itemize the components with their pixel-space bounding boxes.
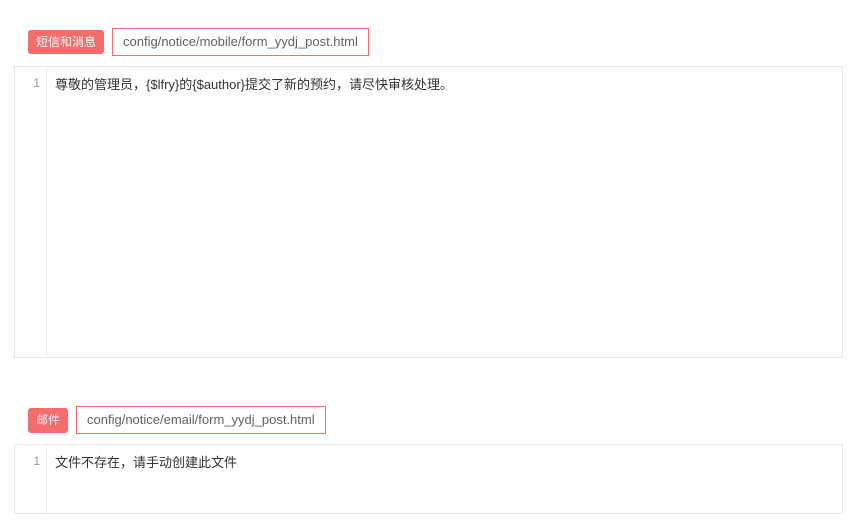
sms-code-content[interactable]: 尊敬的管理员，{$lfry}的{$author}提交了新的预约，请尽快审核处理。	[47, 67, 842, 357]
sms-tag: 短信和消息	[28, 30, 104, 55]
email-path-box: config/notice/email/form_yydj_post.html	[76, 406, 326, 434]
email-header-row: 邮件 config/notice/email/form_yydj_post.ht…	[0, 378, 857, 444]
email-code-content[interactable]: 文件不存在，请手动创建此文件	[47, 445, 842, 513]
email-line-gutter: 1	[15, 445, 47, 513]
email-tag: 邮件	[28, 408, 68, 433]
sms-path-box: config/notice/mobile/form_yydj_post.html	[112, 28, 369, 56]
sms-editor[interactable]: 1 尊敬的管理员，{$lfry}的{$author}提交了新的预约，请尽快审核处…	[14, 66, 843, 358]
sms-message-section: 短信和消息 config/notice/mobile/form_yydj_pos…	[0, 0, 857, 358]
email-section: 邮件 config/notice/email/form_yydj_post.ht…	[0, 378, 857, 514]
sms-header-row: 短信和消息 config/notice/mobile/form_yydj_pos…	[0, 0, 857, 66]
sms-line-gutter: 1	[15, 67, 47, 357]
email-editor[interactable]: 1 文件不存在，请手动创建此文件	[14, 444, 843, 514]
